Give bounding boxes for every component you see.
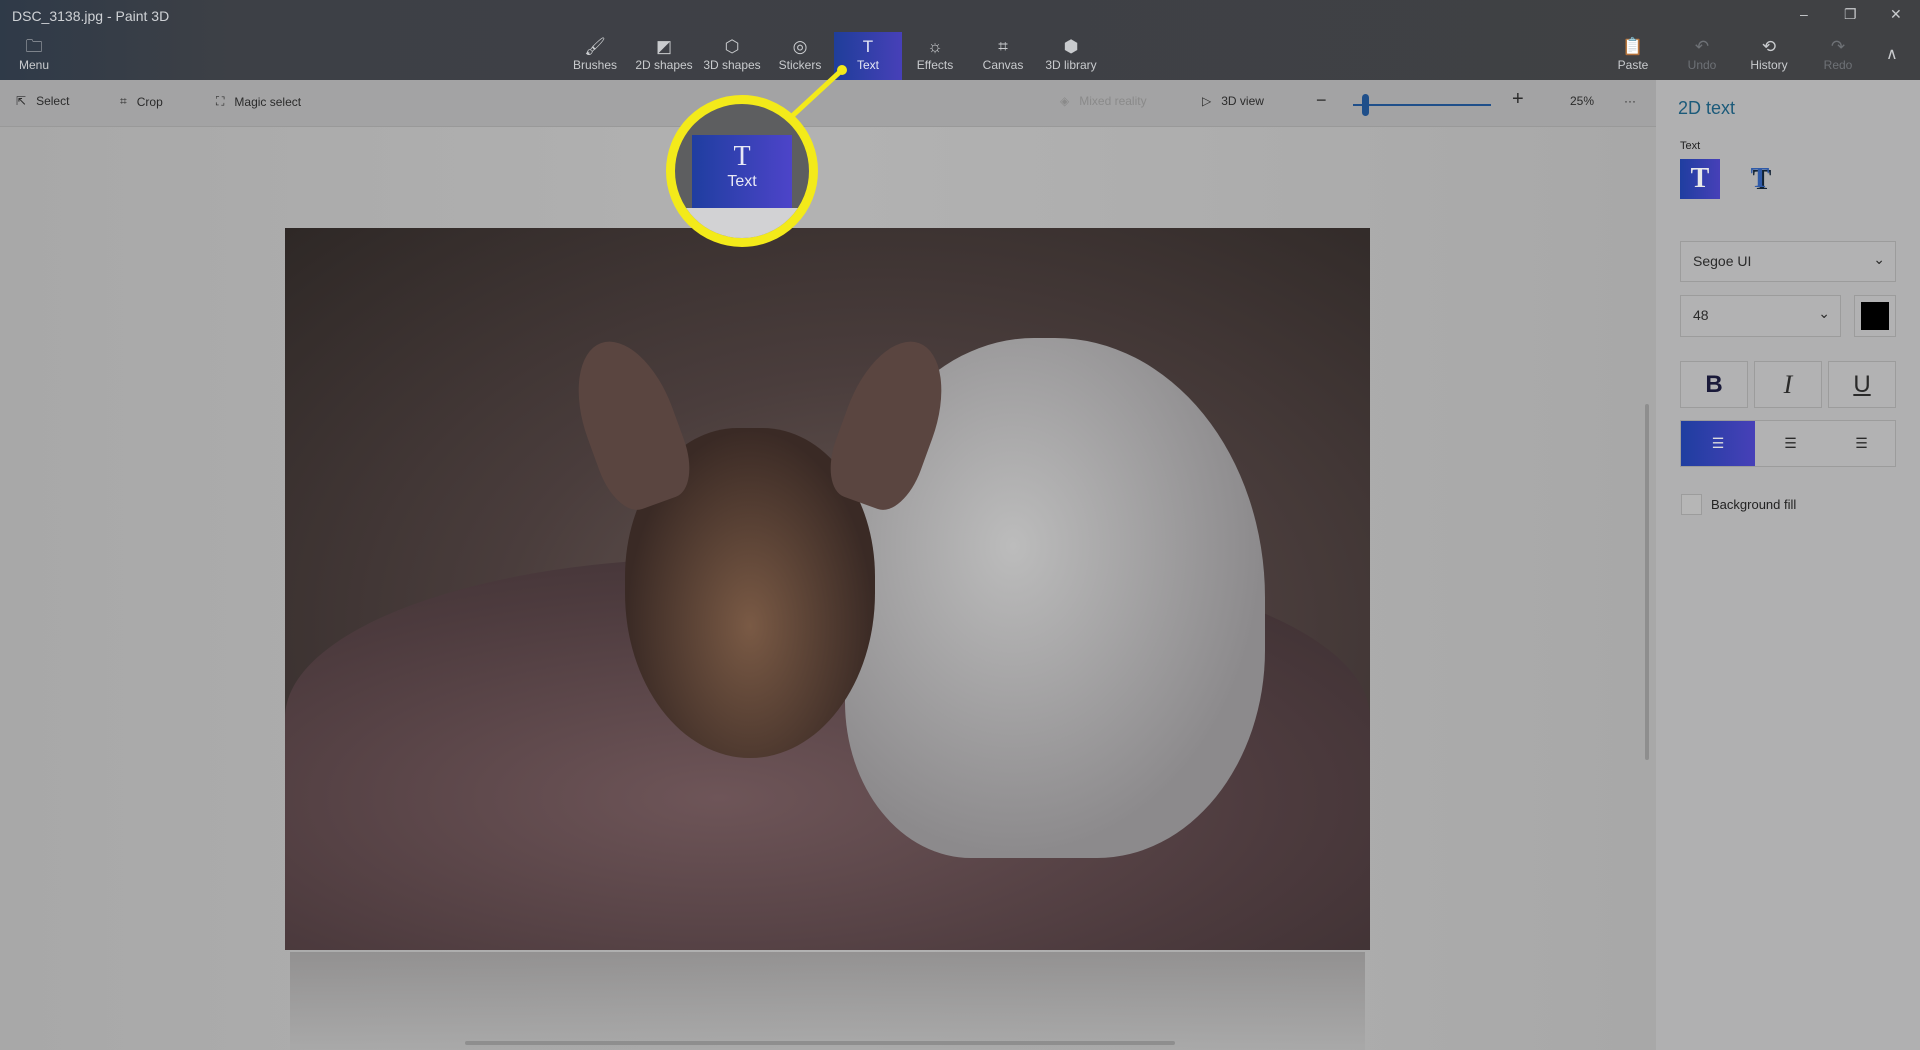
text-icon: T [733,141,751,172]
minimize-button[interactable]: – [1800,6,1808,22]
3d-shapes-icon: ⬡ [724,37,740,56]
paste-icon: 📋 [1622,37,1644,56]
panel-title: 2D text [1678,98,1736,118]
align-right-button[interactable]: ☰ [1826,421,1897,466]
effects-icon: ☼ [927,37,943,56]
font-dropdown[interactable]: Segoe UI ⌄ [1680,241,1896,282]
undo-icon: ↶ [1694,37,1710,56]
callout-text-tab: T Text [692,135,792,208]
align-center-button[interactable]: ☰ [1755,421,1826,466]
3d-view-button[interactable]: ▷ 3D view [1202,94,1264,108]
redo-icon: ↷ [1830,37,1846,56]
callout-highlight: T Text [666,95,818,247]
2d-shapes-icon: ◩ [655,37,673,56]
canvas-image[interactable] [285,228,1370,950]
side-panel: 2D text Text T T Segoe UI ⌄ 48 ⌄ B I U ☰ ☰… [1656,80,1920,1050]
zoom-out-button[interactable]: − [1316,90,1327,111]
2d-text-button[interactable]: T [1680,159,1720,199]
magic-select-button[interactable]: ⛶ Magic select [216,94,301,109]
zoom-in-button[interactable]: + [1512,88,1524,111]
undo-button[interactable]: ↶ Undo [1668,32,1736,80]
crop-icon: ⌗ [120,94,127,108]
text-color-picker[interactable] [1854,295,1896,337]
underline-button[interactable]: U [1828,361,1896,408]
brush-icon: 🖌 [584,37,606,56]
canvas-reflection [290,952,1365,1050]
more-options-button[interactable]: ··· [1624,94,1636,108]
cursor-icon: ⇱ [16,94,27,108]
tab-3d-shapes[interactable]: ⬡ 3D shapes [698,32,766,80]
zoom-slider[interactable] [1353,104,1491,106]
menu-button[interactable]: 🗀 Menu [0,32,68,80]
tab-brushes[interactable]: 🖌 Brushes [561,32,629,80]
bold-button[interactable]: B [1680,361,1748,408]
tab-3d-library[interactable]: ⬢ 3D library [1037,32,1105,80]
3d-view-icon: ▷ [1202,94,1212,108]
folder-icon: 🗀 [25,37,43,56]
chevron-down-icon: ⌄ [1818,305,1830,321]
redo-button[interactable]: ↷ Redo [1804,32,1872,80]
tab-2d-shapes[interactable]: ◩ 2D shapes [630,32,698,80]
canvas-icon: ⌗ [998,37,1008,56]
magic-select-icon: ⛶ [216,94,225,108]
background-fill-checkbox[interactable] [1681,494,1702,515]
select-button[interactable]: ⇱ Select [16,94,69,108]
window-title: DSC_3138.jpg - Paint 3D [12,8,170,24]
text-icon: T [862,37,874,56]
title-bar: DSC_3138.jpg - Paint 3D 🗀 Menu 🖌 Brushes ◩… [0,0,1920,80]
color-swatch [1861,302,1889,330]
3d-library-icon: ⬢ [1063,37,1079,56]
align-left-button[interactable]: ☰ [1681,421,1755,466]
3d-text-button[interactable]: T [1740,159,1780,199]
alignment-group: ☰ ☰ ☰ [1680,420,1896,467]
horizontal-scrollbar[interactable] [465,1041,1175,1045]
font-size-dropdown[interactable]: 48 ⌄ [1680,295,1841,337]
chevron-down-icon: ⌄ [1873,251,1885,267]
zoom-level[interactable]: 25% [1570,94,1594,108]
history-icon: ⟲ [1761,37,1777,56]
dog-ear-left [558,327,702,519]
collapse-ribbon-icon[interactable]: ∧ [1886,44,1898,64]
paste-button[interactable]: 📋 Paste [1599,32,1667,80]
sticker-icon: ◎ [792,37,808,56]
vertical-scrollbar[interactable] [1645,404,1649,760]
mixed-reality-button[interactable]: ◈ Mixed reality [1060,94,1147,108]
tab-canvas[interactable]: ⌗ Canvas [969,32,1037,80]
restore-button[interactable]: ❐ [1844,6,1857,23]
tab-effects[interactable]: ☼ Effects [901,32,969,80]
italic-button[interactable]: I [1754,361,1822,408]
background-fill-label: Background fill [1711,497,1797,512]
close-button[interactable]: ✕ [1890,6,1902,23]
history-button[interactable]: ⟲ History [1735,32,1803,80]
text-section-label: Text [1680,140,1701,152]
crop-button[interactable]: ⌗ Crop [120,94,163,109]
zoom-slider-thumb[interactable] [1362,94,1369,116]
mixed-reality-icon: ◈ [1060,94,1070,108]
